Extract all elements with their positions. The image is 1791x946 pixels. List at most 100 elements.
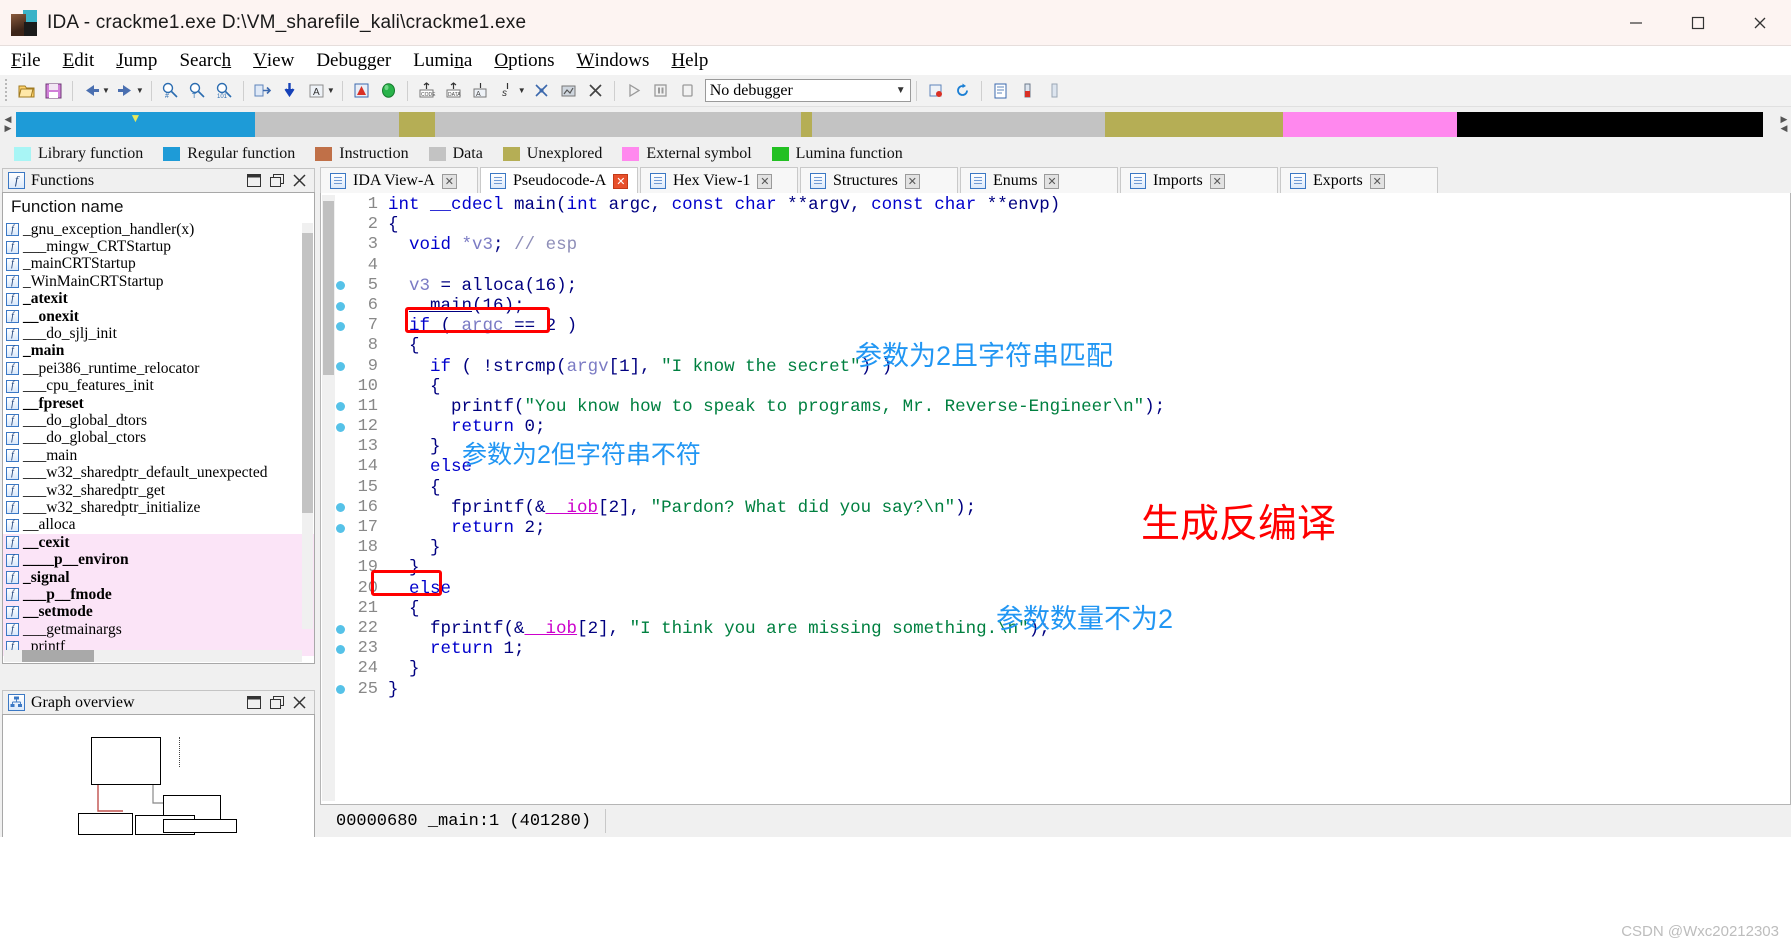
pseudocode-text[interactable]: 1 int __cdecl main(int argc, const char *… [336,195,1790,804]
functions-vertical-scrollbar[interactable] [302,223,313,629]
jump-down-icon[interactable] [277,78,302,103]
code-line[interactable]: 24 } [336,659,1790,679]
make-code-icon[interactable]: CODE [414,78,439,103]
breakpoint-marker-icon[interactable] [336,362,345,372]
function-list-item[interactable]: f ____p__environ [3,551,314,569]
pause-icon[interactable] [648,78,673,103]
menu-item-help[interactable]: Help [660,46,719,75]
function-list-item[interactable]: f ___getmainargs [3,621,314,639]
nav-segment-undefined[interactable] [1456,111,1763,137]
code-line[interactable]: 11 printf("You know how to speak to prog… [336,397,1790,417]
breakpoint-marker-icon[interactable] [336,523,345,533]
tab-close-icon[interactable]: ✕ [757,173,773,189]
thermo-icon[interactable] [1015,78,1040,103]
functions-close-icon[interactable] [293,174,306,187]
functions-horizontal-scrollbar[interactable] [4,650,302,662]
function-list-item[interactable]: f ___w32_sharedptr_default_unexpected [3,464,314,481]
menu-item-options[interactable]: Options [483,46,565,75]
undefine-icon[interactable] [529,78,554,103]
search-hex-icon[interactable]: # [158,78,183,103]
nav-segment-unexplored[interactable] [1104,111,1283,137]
code-line[interactable]: 25} [336,680,1790,700]
minimize-button[interactable] [1605,0,1667,46]
tab-close-icon[interactable]: ✕ [1209,173,1225,189]
code-line[interactable]: 20 else [336,579,1790,599]
navigate-back-icon[interactable] [79,78,104,103]
make-struct-icon[interactable]: s [495,78,520,103]
warning-icon[interactable] [349,78,374,103]
code-line[interactable]: 4 [336,256,1790,276]
pseudocode-view[interactable]: 1 int __cdecl main(int argc, const char *… [320,193,1791,805]
function-list-item[interactable]: f ___main [3,447,314,464]
breakpoint-marker-icon[interactable] [336,644,345,654]
breakpoint-marker-icon[interactable] [336,301,345,311]
code-line[interactable]: 23 return 1; [336,639,1790,659]
open-file-icon[interactable] [14,78,39,103]
functions-restore-icon[interactable] [247,174,261,187]
breakpoint-marker-icon[interactable] [336,624,345,634]
stop-icon[interactable] [675,78,700,103]
maximize-button[interactable] [1667,0,1729,46]
code-line[interactable]: 3 void *v3; // esp [336,235,1790,255]
tab-enums[interactable]: Enums ✕ [960,167,1118,194]
tab-pseudocode-a[interactable]: Pseudocode-A ✕ [480,167,638,194]
graph-maximize-icon[interactable] [270,696,284,709]
tab-hex-view-1[interactable]: Hex View-1 ✕ [640,167,798,194]
debugger-selector[interactable]: No debugger ▼ [704,79,911,102]
function-list-item[interactable]: f ___do_global_ctors [3,429,314,447]
tab-exports[interactable]: Exports ✕ [1280,167,1438,194]
function-list-item[interactable]: f ___w32_sharedptr_initialize [3,499,314,516]
function-list-item[interactable]: f __fpreset [3,395,314,412]
function-list-item[interactable]: f __cexit [3,534,314,552]
run-to-icon[interactable] [376,78,401,103]
nav-segment-unexplored[interactable] [398,111,435,137]
graph-close-icon[interactable] [293,696,306,709]
run-icon[interactable] [621,78,646,103]
breakpoint-marker-icon[interactable] [336,422,345,432]
nav-segment-data[interactable] [812,111,1105,137]
make-struct-chevron-down-icon[interactable]: ▼ [518,86,526,95]
functions-column-header[interactable]: Function name [3,193,314,221]
make-data-icon[interactable]: DATA [441,78,466,103]
code-line[interactable]: 18 } [336,538,1790,558]
function-list-item[interactable]: f _signal [3,569,314,587]
menu-item-view[interactable]: View [242,46,305,75]
jump-to-icon[interactable] [250,78,275,103]
menu-item-search[interactable]: Searc h [168,46,242,75]
breakpoint-marker-icon[interactable] [336,281,345,291]
tab-close-icon[interactable]: ✕ [613,173,629,189]
function-list-item[interactable]: f ___do_global_dtors [3,412,314,429]
menu-item-debugger[interactable]: Debu g ger [305,46,402,75]
function-list-item[interactable]: f ___p__fmode [3,586,314,604]
menu-item-file[interactable]: File [0,46,52,75]
tab-close-icon[interactable]: ✕ [441,173,457,189]
close-button[interactable] [1729,0,1791,46]
code-line[interactable]: 5 v3 = alloca(16); [336,276,1790,296]
function-list-item[interactable]: f __pei386_runtime_relocator [3,360,314,377]
menu-item-lumina[interactable]: Lumi n a [402,46,483,75]
thermo2-icon[interactable] [1042,78,1067,103]
function-list-item[interactable]: f _atexit [3,290,314,308]
functions-hscroll-thumb[interactable] [22,650,94,662]
nav-segment-external-symbol[interactable] [1282,111,1457,137]
toolbar-grip[interactable] [2,78,11,103]
refresh-icon[interactable] [950,78,975,103]
code-line[interactable]: 2{ [336,215,1790,235]
functions-list[interactable]: f _gnu_exception_handler(x) f ___mingw_CRTS… [3,221,314,656]
pseudocode-vertical-scrollbar[interactable] [322,195,335,801]
tab-close-icon[interactable]: ✕ [904,173,920,189]
forward-history-chevron-down-icon[interactable]: ▼ [136,86,144,95]
rename-icon[interactable]: A [304,78,329,103]
menu-item-edit[interactable]: Edit [52,46,106,75]
nav-segment-unexplored[interactable] [801,111,813,137]
tab-close-icon[interactable]: ✕ [1369,173,1385,189]
tab-ida-view-a[interactable]: IDA View-A ✕ [320,167,478,194]
code-line[interactable]: 1 int __cdecl main(int argc, const char *… [336,195,1790,215]
function-list-item[interactable]: f ___cpu_features_init [3,377,314,395]
code-line[interactable]: 6 __main(16); [336,296,1790,316]
code-line[interactable]: 16 fprintf(&__iob[2], "Pardon? What did … [336,498,1790,518]
breakpoint-marker-icon[interactable] [336,321,345,331]
function-list-item[interactable]: f _mainCRTStartup [3,255,314,273]
function-list-item[interactable]: f __setmode [3,603,314,621]
tab-structures[interactable]: Structures ✕ [800,167,958,194]
